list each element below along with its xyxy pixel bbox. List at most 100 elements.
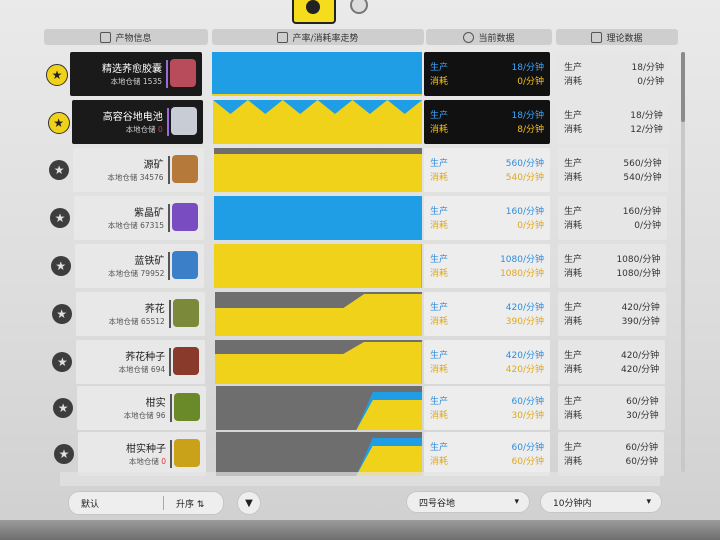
theory-data-cell: 生产 18/分钟 消耗 12/分钟 bbox=[558, 100, 669, 144]
product-stock: 本地仓储 34576 bbox=[107, 173, 164, 182]
sort-control[interactable]: 默认 升序 ⇅ bbox=[68, 491, 224, 515]
trend-chart bbox=[216, 432, 422, 476]
product-stock: 本地仓储 694 bbox=[118, 365, 166, 374]
product-name: 源矿 bbox=[143, 160, 164, 171]
divider bbox=[166, 60, 168, 88]
region-select[interactable]: 四号谷地 ▾ bbox=[406, 491, 530, 513]
theory-consumption: 12/分钟 bbox=[630, 125, 663, 135]
product-name: 荞花 bbox=[144, 304, 165, 315]
sort-field[interactable]: 默认 bbox=[69, 497, 163, 510]
citrus-seed-icon bbox=[174, 439, 200, 467]
product-row[interactable]: ★ 蓝铁矿 本地仓储 79952 生产 1080/分钟 消耗 1080/分钟 生… bbox=[0, 244, 720, 288]
divider bbox=[169, 348, 172, 376]
sort-order[interactable]: 升序 ⇅ bbox=[164, 497, 204, 510]
favorite-star-icon[interactable]: ★ bbox=[50, 256, 71, 276]
filter-button[interactable]: ▼ bbox=[237, 491, 261, 515]
product-row[interactable]: ★ 紫晶矿 本地仓储 67315 生产 160/分钟 消耗 0/分钟 生产 16… bbox=[0, 196, 720, 240]
theory-production: 160/分钟 bbox=[622, 207, 661, 217]
scroll-thumb[interactable] bbox=[681, 52, 685, 122]
header-theory: 理论数据 bbox=[556, 29, 678, 45]
product-name: 荞花种子 bbox=[125, 352, 166, 363]
product-row[interactable]: ★ 精选荞愈胶囊 本地仓储 1535 生产 18/分钟 消耗 0/分钟 生产 1… bbox=[0, 52, 720, 96]
favorite-star-icon[interactable]: ★ bbox=[54, 444, 74, 464]
theory-production: 18/分钟 bbox=[631, 63, 665, 73]
theory-consumption: 30/分钟 bbox=[626, 411, 659, 421]
favorite-star-icon[interactable]: ★ bbox=[50, 208, 70, 228]
current-production: 420/分钟 bbox=[505, 303, 544, 313]
product-name: 蓝铁矿 bbox=[134, 256, 165, 267]
current-production: 60/分钟 bbox=[511, 397, 545, 407]
favorite-star-icon[interactable]: ★ bbox=[52, 352, 73, 372]
theory-production: 1080/分钟 bbox=[616, 255, 661, 265]
circle-icon[interactable] bbox=[350, 0, 368, 14]
amethyst-icon bbox=[172, 203, 198, 231]
theory-production: 560/分钟 bbox=[623, 159, 662, 169]
product-row[interactable]: ★ 柑实种子 本地仓储 0 生产 60/分钟 消耗 60/分钟 生产 60/分钟… bbox=[0, 432, 720, 476]
product-stock: 本地仓储 65512 bbox=[108, 317, 165, 326]
product-name: 柑实 bbox=[145, 398, 166, 409]
line-chart-icon bbox=[277, 31, 289, 43]
favorite-star-icon[interactable]: ★ bbox=[47, 112, 70, 134]
theory-data-cell: 生产 60/分钟 消耗 60/分钟 bbox=[558, 432, 664, 476]
citrus-plant-icon bbox=[173, 393, 200, 421]
current-consumption: 0/分钟 bbox=[517, 77, 544, 87]
current-data-cell: 生产 60/分钟 消耗 30/分钟 bbox=[424, 386, 550, 430]
product-name: 高容谷地电池 bbox=[102, 112, 163, 123]
theory-consumption: 420/分钟 bbox=[620, 365, 660, 375]
product-info-cell[interactable]: 柑实 本地仓储 96 bbox=[77, 386, 206, 430]
divider bbox=[167, 156, 170, 184]
current-data-cell: 生产 18/分钟 消耗 0/分钟 bbox=[424, 52, 550, 96]
current-consumption: 420/分钟 bbox=[505, 365, 544, 375]
current-data-cell: 生产 160/分钟 消耗 0/分钟 bbox=[424, 196, 550, 240]
monitor-bezel bbox=[0, 520, 720, 540]
product-info-cell[interactable]: 紫晶矿 本地仓储 67315 bbox=[74, 196, 204, 240]
product-row[interactable]: ★ 高容谷地电池 本地仓储 0 生产 18/分钟 消耗 8/分钟 生产 18/分… bbox=[0, 100, 720, 144]
chevron-down-icon: ▾ bbox=[514, 497, 519, 507]
divider bbox=[168, 300, 171, 328]
favorite-star-icon[interactable]: ★ bbox=[46, 64, 68, 86]
current-production: 560/分钟 bbox=[505, 159, 544, 169]
product-row[interactable]: ★ 荞花种子 本地仓储 694 生产 420/分钟 消耗 420/分钟 生产 4… bbox=[0, 340, 720, 384]
product-stock: 本地仓储 96 bbox=[123, 411, 166, 420]
product-row[interactable]: ★ 源矿 本地仓储 34576 生产 560/分钟 消耗 540/分钟 生产 5… bbox=[0, 148, 720, 192]
product-info-cell[interactable]: 精选荞愈胶囊 本地仓储 1535 bbox=[70, 52, 202, 96]
favorite-star-icon[interactable]: ★ bbox=[49, 160, 70, 180]
product-info-cell[interactable]: 源矿 本地仓储 34576 bbox=[73, 148, 204, 192]
capsule-box-icon bbox=[170, 59, 196, 87]
product-name: 紫晶矿 bbox=[134, 208, 164, 219]
divider bbox=[169, 394, 172, 422]
product-info-cell[interactable]: 荞花 本地仓储 65512 bbox=[75, 292, 205, 336]
product-info-cell[interactable]: 柑实种子 本地仓储 0 bbox=[78, 432, 206, 476]
current-consumption: 1080/分钟 bbox=[500, 269, 544, 279]
current-consumption: 540/分钟 bbox=[505, 173, 544, 183]
theory-data-cell: 生产 60/分钟 消耗 30/分钟 bbox=[558, 386, 665, 430]
theory-data-cell: 生产 420/分钟 消耗 390/分钟 bbox=[558, 292, 666, 336]
ore-icon bbox=[171, 155, 198, 183]
favorite-star-icon[interactable]: ★ bbox=[53, 398, 74, 418]
product-info-cell[interactable]: 高容谷地电池 本地仓储 0 bbox=[71, 100, 203, 144]
blue-iron-icon bbox=[172, 251, 199, 279]
trend-chart bbox=[212, 52, 422, 96]
filter-icon: ▼ bbox=[245, 497, 253, 509]
trend-chart bbox=[214, 196, 422, 240]
product-row[interactable]: ★ 荞花 本地仓储 65512 生产 420/分钟 消耗 390/分钟 生产 4… bbox=[0, 292, 720, 336]
theory-production: 60/分钟 bbox=[626, 397, 659, 407]
product-stock: 本地仓储 0 bbox=[128, 457, 166, 466]
theory-consumption: 0/分钟 bbox=[637, 77, 664, 87]
battery-icon bbox=[170, 107, 197, 135]
trend-chart bbox=[212, 100, 422, 144]
menu-emblem-icon[interactable] bbox=[292, 0, 336, 24]
theory-consumption: 1080/分钟 bbox=[616, 269, 661, 279]
product-info-cell[interactable]: 荞花种子 本地仓储 694 bbox=[76, 340, 206, 384]
favorite-star-icon[interactable]: ★ bbox=[51, 304, 72, 324]
scrollbar[interactable] bbox=[681, 52, 685, 472]
trend-chart bbox=[215, 340, 422, 384]
theory-production: 420/分钟 bbox=[620, 351, 660, 361]
header-current: 当前数据 bbox=[426, 29, 552, 45]
current-consumption: 30/分钟 bbox=[511, 411, 545, 421]
current-consumption: 0/分钟 bbox=[517, 221, 544, 231]
product-info-cell[interactable]: 蓝铁矿 本地仓储 79952 bbox=[74, 244, 205, 288]
product-row[interactable]: ★ 柑实 本地仓储 96 生产 60/分钟 消耗 30/分钟 生产 60/分钟 … bbox=[0, 386, 720, 430]
time-range-select[interactable]: 10分钟内 ▾ bbox=[540, 491, 662, 513]
theory-data-cell: 生产 420/分钟 消耗 420/分钟 bbox=[558, 340, 666, 384]
